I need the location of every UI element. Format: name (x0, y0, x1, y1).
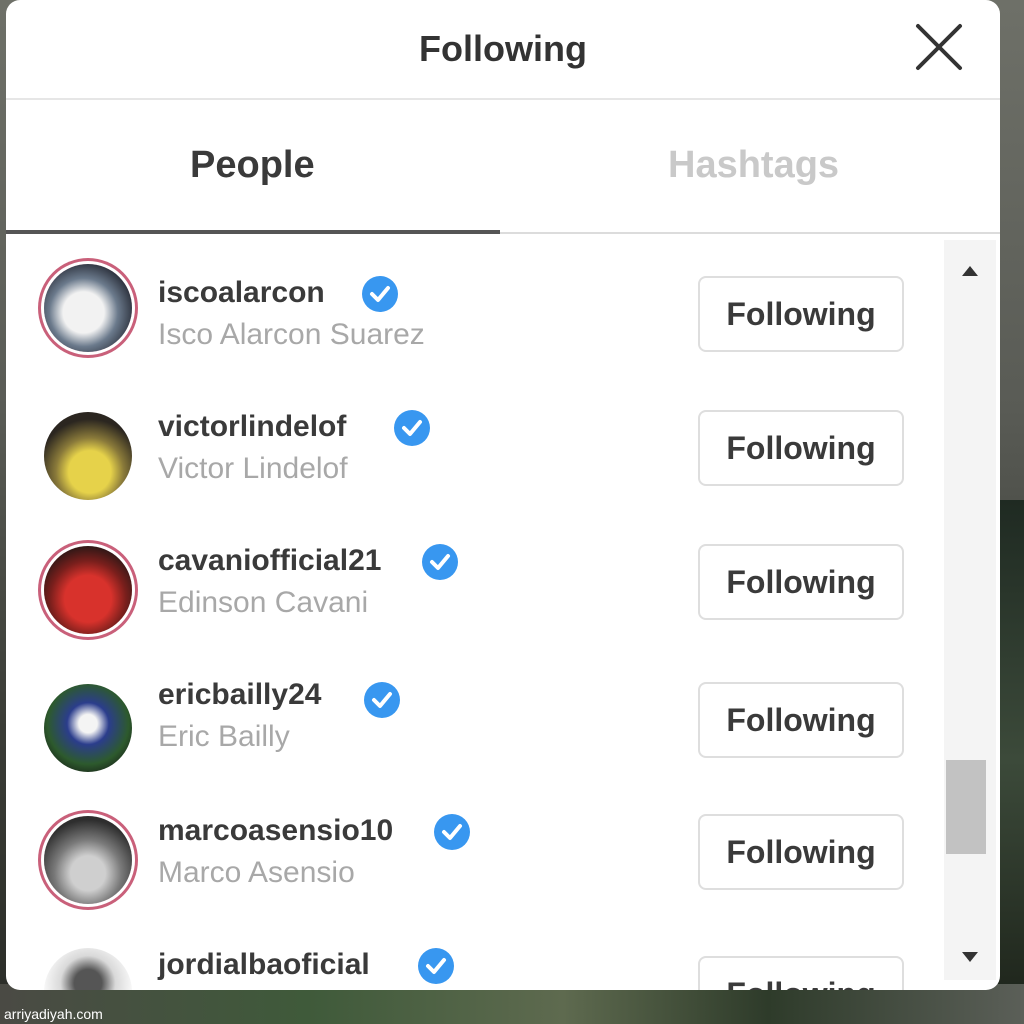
following-modal: Following People Hashtags iscoalarcon Is… (6, 0, 1000, 990)
background-photo-strip (0, 984, 1024, 1024)
following-button[interactable]: Following (698, 544, 904, 620)
list-item[interactable]: marcoasensio10 Marco Asensio Following (6, 798, 946, 932)
close-button[interactable] (912, 20, 966, 74)
avatar[interactable] (44, 264, 132, 352)
username[interactable]: ericbailly24 (158, 678, 321, 712)
background-photo-edge (998, 500, 1024, 1020)
tab-bar: People Hashtags (6, 100, 1000, 234)
tab-people[interactable]: People (190, 144, 315, 187)
list-item[interactable]: ericbailly24 Eric Bailly Following (6, 662, 946, 796)
following-button[interactable]: Following (698, 682, 904, 758)
following-button[interactable]: Following (698, 410, 904, 486)
list-item[interactable]: victorlindelof Victor Lindelof Following (6, 394, 946, 528)
tab-hashtags[interactable]: Hashtags (668, 144, 839, 187)
verified-badge-icon (394, 410, 430, 446)
full-name: Isco Alarcon Suarez (158, 318, 425, 351)
following-button[interactable]: Following (698, 276, 904, 352)
verified-badge-icon (418, 948, 454, 984)
following-button[interactable]: Following (698, 956, 904, 990)
verified-badge-icon (434, 814, 470, 850)
list-item[interactable]: iscoalarcon Isco Alarcon Suarez Followin… (6, 260, 946, 394)
avatar[interactable] (44, 684, 132, 772)
verified-badge-icon (422, 544, 458, 580)
username[interactable]: cavaniofficial21 (158, 544, 381, 578)
scroll-up-arrow-icon[interactable] (944, 248, 996, 288)
list-item[interactable]: cavaniofficial21 Edinson Cavani Followin… (6, 528, 946, 662)
full-name: Edinson Cavani (158, 586, 369, 619)
modal-title: Following (419, 28, 587, 69)
username[interactable]: jordialbaoficial (158, 948, 370, 982)
verified-badge-icon (362, 276, 398, 312)
active-tab-indicator (6, 230, 500, 234)
full-name: Marco Asensio (158, 856, 355, 889)
username[interactable]: marcoasensio10 (158, 814, 393, 848)
scroll-down-arrow-icon[interactable] (944, 940, 996, 980)
close-icon (916, 24, 962, 70)
avatar[interactable] (44, 412, 132, 500)
avatar[interactable] (44, 948, 132, 990)
list-item[interactable]: jordialbaoficial Following (6, 934, 946, 990)
modal-header: Following (6, 0, 1000, 100)
verified-badge-icon (364, 682, 400, 718)
avatar[interactable] (44, 816, 132, 904)
username[interactable]: victorlindelof (158, 410, 346, 444)
following-button[interactable]: Following (698, 814, 904, 890)
full-name: Victor Lindelof (158, 452, 348, 485)
scrollbar[interactable] (944, 240, 996, 980)
full-name: Eric Bailly (158, 720, 290, 753)
watermark: arriyadiyah.com (4, 1006, 103, 1022)
username[interactable]: iscoalarcon (158, 276, 325, 310)
avatar[interactable] (44, 546, 132, 634)
scrollbar-thumb[interactable] (946, 760, 986, 854)
following-list[interactable]: iscoalarcon Isco Alarcon Suarez Followin… (6, 236, 946, 990)
